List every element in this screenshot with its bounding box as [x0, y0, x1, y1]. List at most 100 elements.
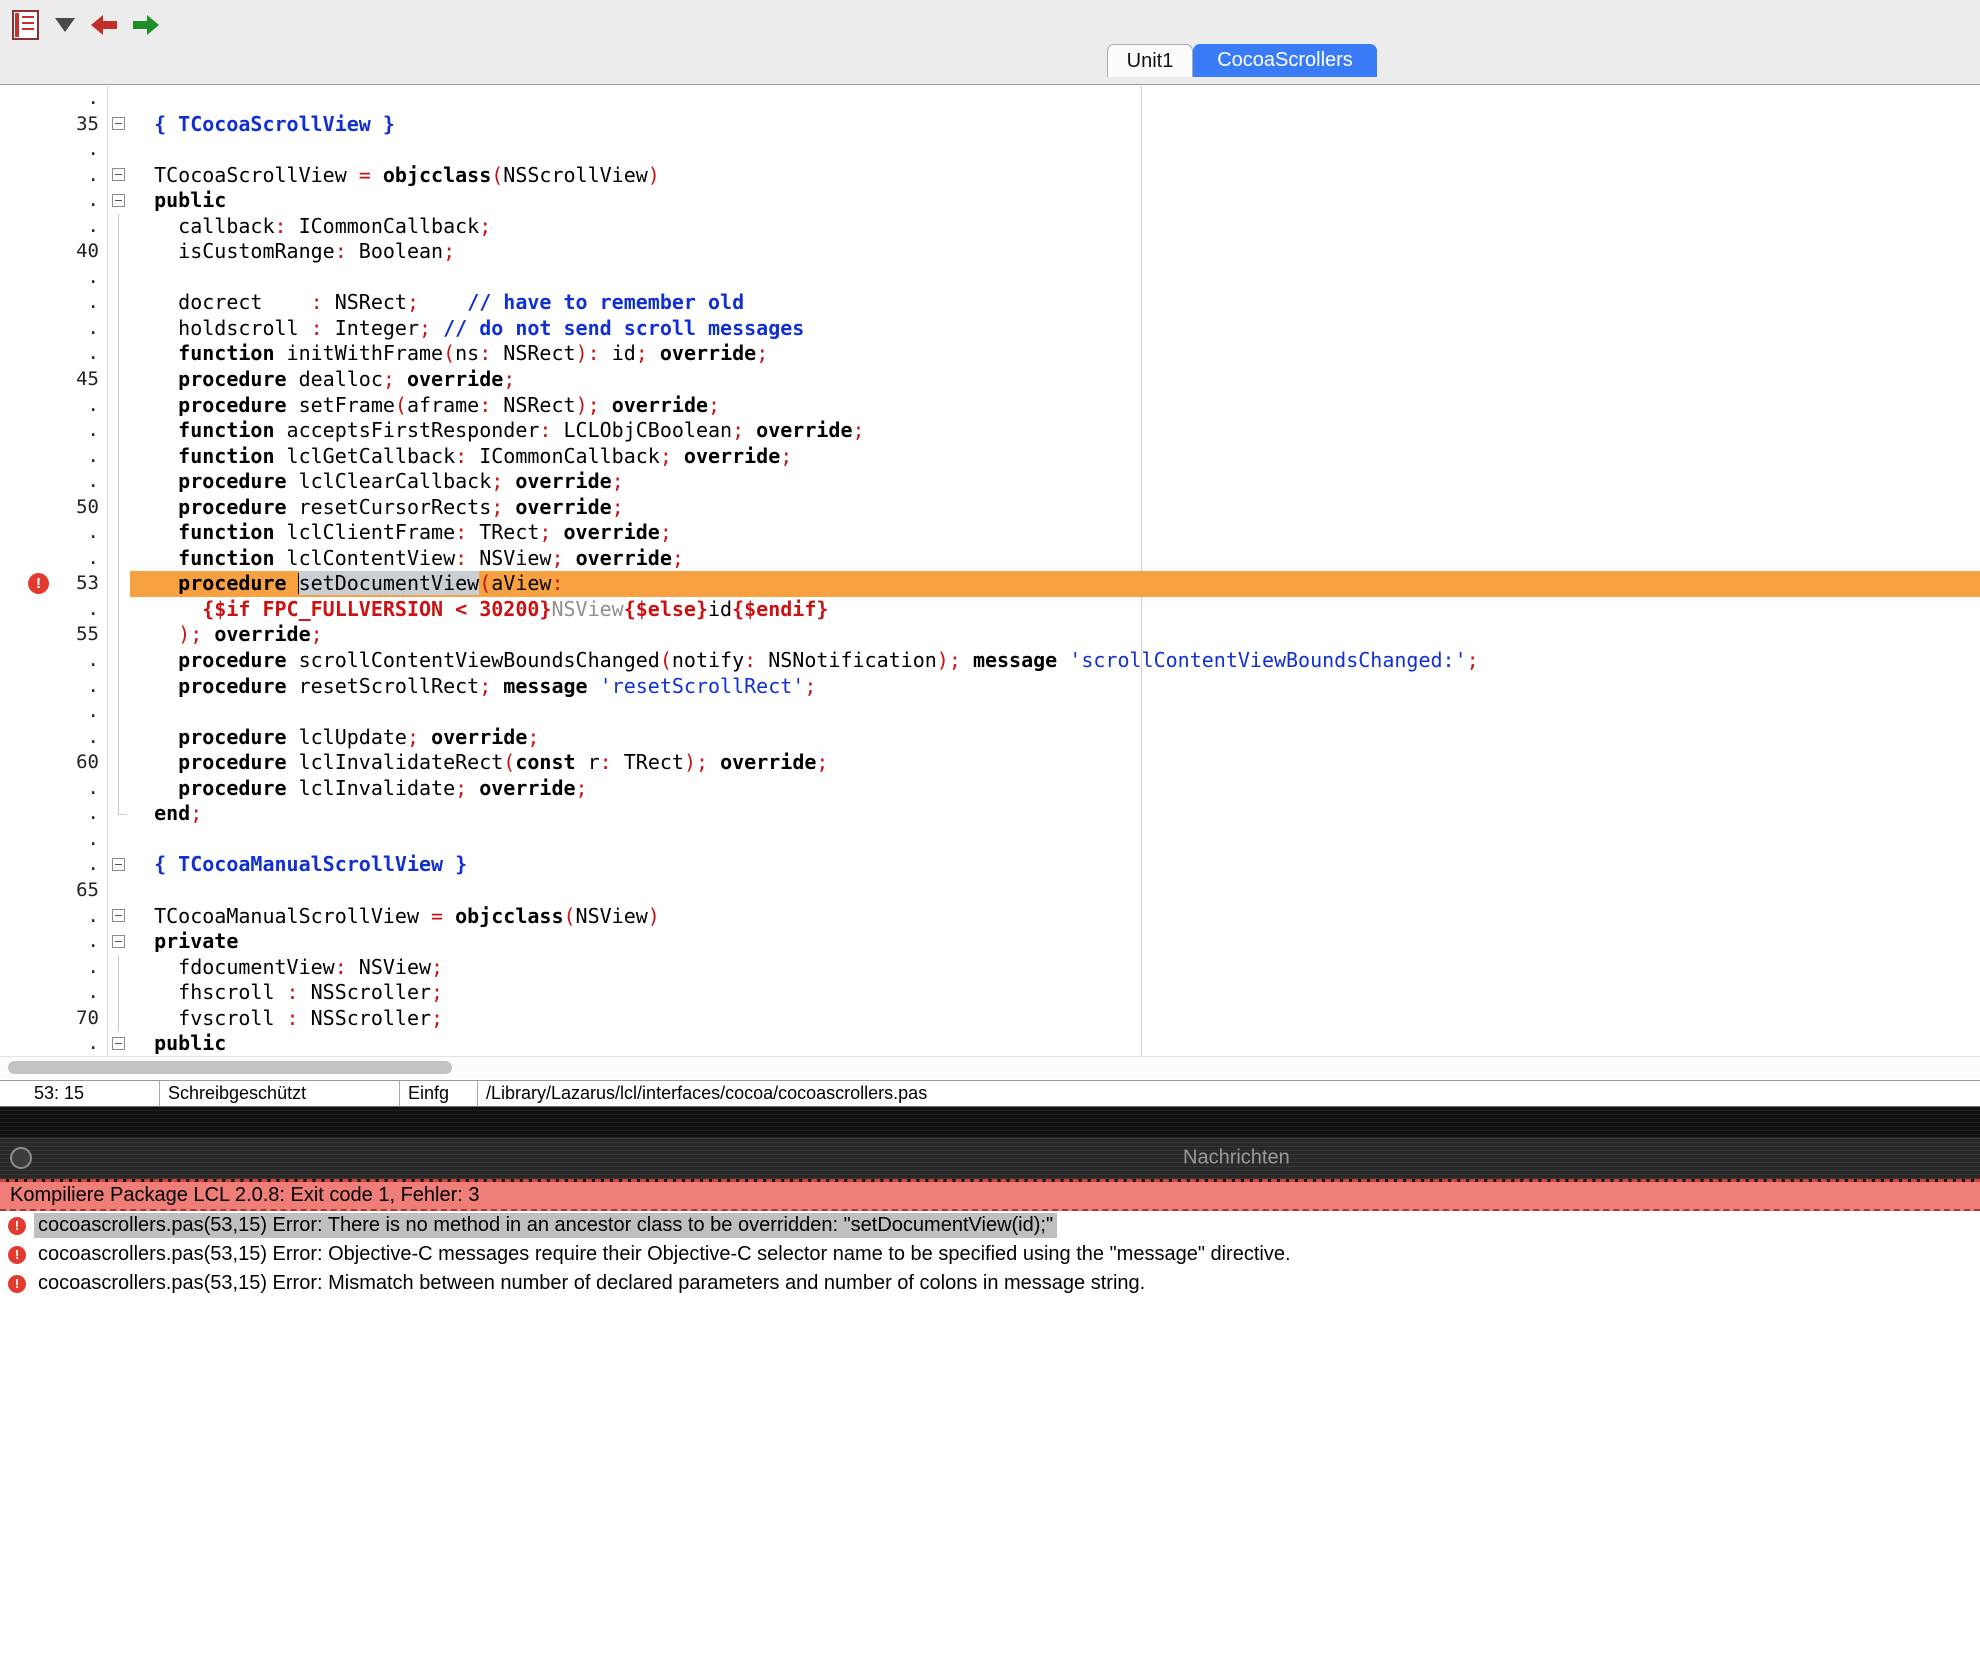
code-line[interactable]: . holdscroll : Integer; // do not send s…	[0, 316, 1980, 342]
code-text[interactable]: procedure lclInvalidateRect(const r: TRe…	[130, 750, 1980, 776]
code-text[interactable]: TCocoaManualScrollView = objcclass(NSVie…	[130, 904, 1980, 930]
line-number[interactable]: 65	[0, 878, 107, 904]
line-number[interactable]: .	[0, 520, 107, 546]
line-number[interactable]: .	[0, 852, 107, 878]
line-number[interactable]: .	[0, 801, 107, 827]
line-number[interactable]: .	[0, 265, 107, 291]
code-line[interactable]: 65	[0, 878, 1980, 904]
code-text[interactable]: function lclClientFrame: TRect; override…	[130, 520, 1980, 546]
line-number[interactable]: .	[0, 341, 107, 367]
code-line[interactable]: 55 ); override;	[0, 622, 1980, 648]
popup-menu-arrow-icon[interactable]	[55, 18, 75, 32]
code-line[interactable]: 50 procedure resetCursorRects; override;	[0, 495, 1980, 521]
line-number[interactable]: .	[0, 597, 107, 623]
code-text[interactable]: ); override;	[130, 622, 1980, 648]
line-number[interactable]: 50	[0, 495, 107, 521]
line-number[interactable]: 35	[0, 112, 107, 138]
line-number[interactable]: .	[0, 86, 107, 112]
line-number[interactable]: .	[0, 980, 107, 1006]
code-text[interactable]: { TCocoaScrollView }	[130, 112, 1980, 138]
fold-gutter[interactable]	[107, 163, 130, 189]
code-text[interactable]	[130, 699, 1980, 725]
message-row-selected[interactable]: !cocoascrollers.pas(53,15) Error: There …	[0, 1211, 1980, 1240]
code-text[interactable]: fvscroll : NSScroller;	[130, 1006, 1980, 1032]
code-text[interactable]: end;	[130, 801, 1980, 827]
code-text[interactable]: holdscroll : Integer; // do not send scr…	[130, 316, 1980, 342]
source-editor[interactable]: .35 { TCocoaScrollView }.. TCocoaScrollV…	[0, 86, 1980, 1056]
fold-collapse-icon[interactable]	[112, 858, 125, 871]
line-number[interactable]: .	[0, 648, 107, 674]
line-number[interactable]: 55	[0, 622, 107, 648]
horizontal-scrollbar[interactable]	[0, 1056, 1980, 1078]
code-line[interactable]: .	[0, 827, 1980, 853]
code-line[interactable]: .	[0, 265, 1980, 291]
code-text[interactable]: docrect : NSRect; // have to remember ol…	[130, 290, 1980, 316]
message-row[interactable]: !cocoascrollers.pas(53,15) Error: Mismat…	[0, 1269, 1980, 1298]
code-text[interactable]	[130, 86, 1980, 112]
code-line[interactable]: .	[0, 699, 1980, 725]
code-text[interactable]: fdocumentView: NSView;	[130, 955, 1980, 981]
code-line[interactable]: . public	[0, 188, 1980, 214]
code-text[interactable]: procedure lclInvalidate; override;	[130, 776, 1980, 802]
line-number[interactable]: .	[0, 418, 107, 444]
fold-gutter[interactable]	[107, 188, 130, 214]
line-number[interactable]: .	[0, 725, 107, 751]
line-number[interactable]: .	[0, 1031, 107, 1056]
line-number[interactable]: .	[0, 546, 107, 572]
line-number[interactable]: .	[0, 290, 107, 316]
code-text[interactable]	[130, 137, 1980, 163]
line-number[interactable]: 40	[0, 239, 107, 265]
code-text[interactable]: callback: ICommonCallback;	[130, 214, 1980, 240]
code-text[interactable]: function initWithFrame(ns: NSRect): id; …	[130, 341, 1980, 367]
line-number[interactable]: .	[0, 444, 107, 470]
fold-gutter[interactable]	[107, 1031, 130, 1056]
source-editor-icon[interactable]	[12, 10, 39, 40]
code-text[interactable]: procedure setDocumentView(aView:	[130, 571, 1980, 597]
code-line[interactable]: . procedure lclUpdate; override;	[0, 725, 1980, 751]
code-line[interactable]: . function lclGetCallback: ICommonCallba…	[0, 444, 1980, 470]
code-line[interactable]: 70 fvscroll : NSScroller;	[0, 1006, 1980, 1032]
line-number[interactable]: .	[0, 163, 107, 189]
code-text[interactable]: procedure dealloc; override;	[130, 367, 1980, 393]
line-number[interactable]: .	[0, 469, 107, 495]
code-text[interactable]	[130, 265, 1980, 291]
tab-cocoascrollers[interactable]: CocoaScrollers	[1193, 44, 1377, 77]
tab-unit1[interactable]: Unit1	[1107, 44, 1193, 77]
fold-collapse-icon[interactable]	[112, 909, 125, 922]
code-text[interactable]	[130, 878, 1980, 904]
line-number[interactable]: .	[0, 955, 107, 981]
line-number[interactable]: .	[0, 393, 107, 419]
line-number[interactable]: .	[0, 776, 107, 802]
code-text[interactable]: procedure scrollContentViewBoundsChanged…	[130, 648, 1980, 674]
code-line[interactable]: . callback: ICommonCallback;	[0, 214, 1980, 240]
line-number[interactable]: .	[0, 316, 107, 342]
line-number[interactable]: 53!	[0, 571, 107, 597]
code-text[interactable]	[130, 827, 1980, 853]
code-line[interactable]: . fhscroll : NSScroller;	[0, 980, 1980, 1006]
code-line[interactable]: . function acceptsFirstResponder: LCLObj…	[0, 418, 1980, 444]
fold-collapse-icon[interactable]	[112, 168, 125, 181]
fold-collapse-icon[interactable]	[112, 1037, 125, 1050]
code-line[interactable]: . procedure resetScrollRect; message 're…	[0, 674, 1980, 700]
code-text[interactable]: public	[130, 188, 1980, 214]
code-line[interactable]: . TCocoaManualScrollView = objcclass(NSV…	[0, 904, 1980, 930]
line-number[interactable]: 60	[0, 750, 107, 776]
code-line[interactable]: . function lclClientFrame: TRect; overri…	[0, 520, 1980, 546]
line-number[interactable]: .	[0, 674, 107, 700]
code-text[interactable]: function acceptsFirstResponder: LCLObjCB…	[130, 418, 1980, 444]
line-number[interactable]: 70	[0, 1006, 107, 1032]
window-close-icon[interactable]	[10, 1147, 32, 1169]
code-line[interactable]: . procedure lclClearCallback; override;	[0, 469, 1980, 495]
fold-gutter[interactable]	[107, 112, 130, 138]
code-line-error-highlighted[interactable]: 53! procedure setDocumentView(aView:	[0, 571, 1980, 597]
code-line[interactable]: .	[0, 86, 1980, 112]
line-number[interactable]: .	[0, 137, 107, 163]
line-number[interactable]: .	[0, 214, 107, 240]
line-number[interactable]: 45	[0, 367, 107, 393]
fold-gutter[interactable]	[107, 852, 130, 878]
code-text[interactable]: function lclContentView: NSView; overrid…	[130, 546, 1980, 572]
code-line[interactable]: . docrect : NSRect; // have to remember …	[0, 290, 1980, 316]
code-line[interactable]: . end;	[0, 801, 1980, 827]
code-line[interactable]: . procedure lclInvalidate; override;	[0, 776, 1980, 802]
code-line[interactable]: . function initWithFrame(ns: NSRect): id…	[0, 341, 1980, 367]
